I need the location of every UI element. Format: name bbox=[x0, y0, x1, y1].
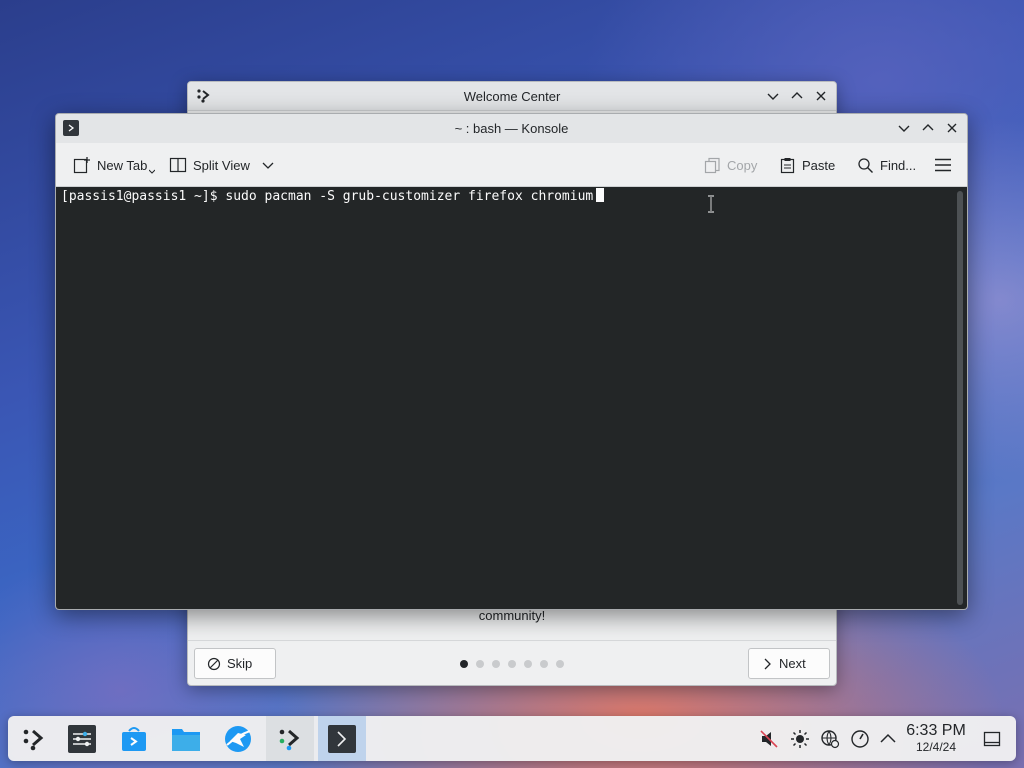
konsole-window[interactable]: ~ : bash — Konsole New Tab Split View Co… bbox=[55, 113, 968, 610]
page-dot[interactable] bbox=[524, 660, 532, 668]
show-desktop-icon bbox=[983, 731, 1001, 747]
find-label: Find... bbox=[880, 157, 917, 173]
maximize-button[interactable] bbox=[919, 119, 937, 137]
hamburger-menu-icon bbox=[935, 158, 951, 172]
discover-store-icon bbox=[122, 726, 146, 751]
close-icon bbox=[947, 123, 957, 133]
page-dot[interactable] bbox=[508, 660, 516, 668]
minimize-button[interactable] bbox=[764, 87, 782, 105]
copy-button[interactable]: Copy bbox=[704, 154, 757, 176]
chevron-right-icon bbox=[764, 658, 771, 669]
page-dot[interactable] bbox=[460, 660, 468, 668]
copy-icon bbox=[704, 157, 720, 173]
taskbar-discover[interactable] bbox=[110, 716, 158, 761]
new-tab-button[interactable]: New Tab bbox=[73, 154, 156, 176]
maximize-button[interactable] bbox=[788, 87, 806, 105]
page-dot[interactable] bbox=[540, 660, 548, 668]
show-hidden-chevron-icon bbox=[880, 733, 896, 743]
welcome-footer: Skip Next bbox=[188, 640, 836, 685]
split-view-button[interactable]: Split View bbox=[169, 154, 274, 176]
next-label: Next bbox=[779, 656, 806, 671]
welcome-title: Welcome Center bbox=[463, 89, 561, 104]
chevron-down-icon bbox=[898, 125, 910, 132]
dolphin-files-icon bbox=[172, 728, 200, 751]
page-dot[interactable] bbox=[492, 660, 500, 668]
terminal-command: sudo pacman -S grub-customizer firefox c… bbox=[225, 189, 594, 204]
close-icon bbox=[816, 91, 826, 101]
skip-label: Skip bbox=[227, 656, 253, 671]
konsole-icon bbox=[328, 724, 356, 753]
konsole-toolbar: New Tab Split View Copy Paste Find... bbox=[56, 143, 967, 187]
welcome-titlebar[interactable]: Welcome Center bbox=[188, 82, 836, 111]
taskbar-welcome-center[interactable] bbox=[266, 716, 314, 761]
network-icon bbox=[821, 730, 840, 749]
browser-icon bbox=[225, 725, 251, 752]
page-indicator bbox=[460, 660, 564, 668]
chevron-down-icon bbox=[767, 93, 779, 100]
terminal-scrollbar[interactable] bbox=[957, 191, 963, 605]
welcome-center-icon bbox=[279, 729, 300, 750]
show-hidden-tray-button[interactable] bbox=[876, 727, 900, 751]
show-desktop-button[interactable] bbox=[980, 727, 1004, 751]
paste-label: Paste bbox=[802, 157, 836, 173]
find-button[interactable]: Find... bbox=[857, 154, 916, 176]
chevron-up-icon bbox=[791, 92, 803, 99]
taskbar-browser[interactable] bbox=[214, 716, 262, 761]
close-button[interactable] bbox=[943, 119, 961, 137]
volume-muted-icon bbox=[760, 730, 778, 748]
taskbar-dolphin[interactable] bbox=[162, 716, 210, 761]
page-dot[interactable] bbox=[556, 660, 564, 668]
brightness-tray-item[interactable] bbox=[788, 727, 812, 751]
taskbar-system-settings[interactable] bbox=[58, 716, 106, 761]
ibeam-cursor-icon bbox=[708, 195, 714, 213]
chevron-up-icon bbox=[922, 124, 934, 131]
clock-time: 6:33 PM bbox=[906, 722, 966, 739]
konsole-titlebar[interactable]: ~ : bash — Konsole bbox=[56, 114, 967, 143]
terminal-prompt: [passis1@passis1 ~]$ bbox=[61, 189, 226, 204]
terminal-area[interactable]: [passis1@passis1 ~]$ sudo pacman -S grub… bbox=[56, 187, 967, 609]
minimize-button[interactable] bbox=[895, 119, 913, 137]
taskbar-konsole[interactable] bbox=[318, 716, 366, 761]
split-view-icon bbox=[169, 157, 187, 173]
page-dot[interactable] bbox=[476, 660, 484, 668]
volume-tray-item[interactable] bbox=[757, 727, 781, 751]
terminal-line: [passis1@passis1 ~]$ sudo pacman -S grub… bbox=[61, 188, 605, 206]
application-launcher-icon bbox=[23, 729, 44, 750]
performance-icon bbox=[851, 730, 869, 748]
skip-button[interactable]: Skip bbox=[194, 648, 276, 679]
new-tab-label: New Tab bbox=[97, 157, 148, 173]
close-button[interactable] bbox=[812, 87, 830, 105]
brightness-icon bbox=[791, 730, 809, 748]
network-tray-item[interactable] bbox=[818, 727, 842, 751]
new-tab-icon bbox=[73, 157, 90, 174]
application-launcher[interactable] bbox=[10, 716, 58, 761]
dropdown-arrow-icon bbox=[149, 169, 156, 174]
paste-icon bbox=[780, 157, 795, 173]
chevron-down-icon bbox=[262, 162, 274, 169]
paste-button[interactable]: Paste bbox=[779, 154, 835, 176]
cancel-icon bbox=[207, 657, 221, 670]
performance-tray-item[interactable] bbox=[848, 727, 872, 751]
copy-label: Copy bbox=[727, 157, 758, 173]
taskbar-panel: 6:33 PM 12/4/24 bbox=[8, 716, 1016, 761]
split-view-label: Split View bbox=[193, 157, 250, 173]
system-settings-icon bbox=[68, 724, 96, 753]
next-button[interactable]: Next bbox=[748, 648, 830, 679]
text-cursor bbox=[596, 188, 605, 202]
konsole-title: ~ : bash — Konsole bbox=[454, 121, 569, 136]
digital-clock[interactable]: 6:33 PM 12/4/24 bbox=[904, 722, 968, 754]
welcome-body-text: community! bbox=[478, 608, 546, 623]
hamburger-menu-button[interactable] bbox=[934, 154, 952, 176]
search-icon bbox=[858, 157, 873, 173]
clock-date: 12/4/24 bbox=[915, 740, 957, 754]
